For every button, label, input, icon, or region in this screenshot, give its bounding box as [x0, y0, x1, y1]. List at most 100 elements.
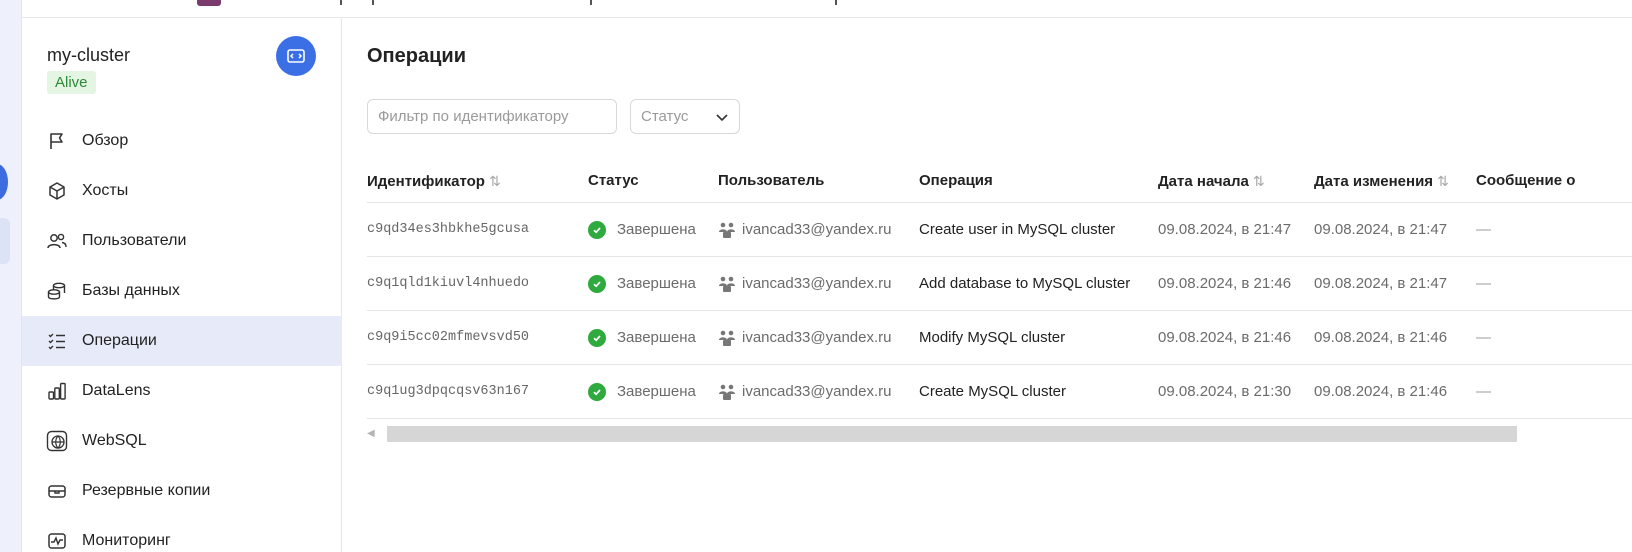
- connect-icon: [287, 49, 305, 63]
- sidebar-item-label: Хосты: [82, 182, 129, 199]
- column-header-status: Статус: [588, 172, 639, 189]
- operation-status: Завершена: [588, 257, 696, 310]
- operation-modified: 09.08.2024, в 21:47: [1314, 275, 1448, 292]
- tab-favicon: [197, 0, 221, 6]
- user-icon: [718, 329, 736, 347]
- rail-selected-item[interactable]: [0, 218, 10, 264]
- sidebar-item-websql[interactable]: WebSQL: [22, 416, 342, 466]
- operation-started: 09.08.2024, в 21:30: [1158, 383, 1292, 400]
- operation-modified: 09.08.2024, в 21:47: [1314, 221, 1448, 238]
- operation-modified: 09.08.2024, в 21:46: [1314, 329, 1448, 346]
- browser-top-strip: [0, 0, 1632, 18]
- operation-description: Create MySQL cluster: [919, 383, 1066, 400]
- table-row[interactable]: c9q9i5cc02mfmevsvd50 Завершена ivancad33…: [367, 311, 1632, 365]
- operation-message: —: [1476, 221, 1491, 238]
- operation-id[interactable]: c9qd34es3hbkhe5gcusa: [367, 203, 529, 256]
- operation-message: —: [1476, 329, 1491, 346]
- column-header-user: Пользователь: [718, 172, 825, 189]
- user-icon: [718, 275, 736, 293]
- scroll-left-icon[interactable]: ◀: [367, 428, 375, 439]
- toolbar-glyph: [340, 0, 348, 5]
- flag-icon: [46, 130, 68, 152]
- cube-icon: [46, 180, 68, 202]
- column-header-modified[interactable]: Дата изменения ⇅: [1314, 159, 1449, 203]
- operation-id[interactable]: c9q9i5cc02mfmevsvd50: [367, 311, 529, 364]
- column-header-id[interactable]: Идентификатор ⇅: [367, 159, 501, 203]
- sidebar-item-label: DataLens: [82, 382, 151, 399]
- rail-avatar[interactable]: [0, 164, 8, 200]
- sidebar-item-label: Резервные копии: [82, 482, 211, 499]
- operation-user: ivancad33@yandex.ru: [718, 365, 892, 418]
- operation-message: —: [1476, 275, 1491, 292]
- sidebar-item-databases[interactable]: Базы данных: [22, 266, 342, 316]
- service-rail: [0, 0, 22, 552]
- check-circle-icon: [588, 220, 606, 239]
- table-header: Идентификатор ⇅ Статус Пользователь Опера…: [367, 159, 1632, 203]
- status-select[interactable]: Статус: [630, 99, 740, 134]
- check-circle-icon: [588, 328, 606, 347]
- chevron-down-icon: [716, 113, 728, 121]
- user-icon: [718, 221, 736, 239]
- operation-description: Add database to MySQL cluster: [919, 275, 1131, 292]
- globe-icon: [46, 430, 68, 452]
- sidebar-item-users[interactable]: Пользователи: [22, 216, 342, 266]
- status-badge: Alive: [47, 71, 96, 94]
- monitoring-icon: [46, 530, 68, 552]
- operation-status: Завершена: [588, 311, 696, 364]
- databases-icon: [46, 280, 68, 302]
- cluster-connect-button[interactable]: [276, 36, 316, 76]
- table-row[interactable]: c9q1ug3dpqcqsv63n167 Завершена ivancad33…: [367, 365, 1632, 419]
- operation-description: Create user in MySQL cluster: [919, 221, 1116, 238]
- operation-user: ivancad33@yandex.ru: [718, 257, 892, 310]
- sidebar-item-datalens[interactable]: DataLens: [22, 366, 342, 416]
- sidebar-item-backups[interactable]: Резервные копии: [22, 466, 342, 516]
- user-icon: [718, 383, 736, 401]
- sidebar-item-hosts[interactable]: Хосты: [22, 166, 342, 216]
- users-icon: [46, 230, 68, 252]
- sort-icon[interactable]: ⇅: [1437, 173, 1449, 189]
- operation-message: —: [1476, 383, 1491, 400]
- sidebar: my-cluster Alive Обзор Хосты Пользовател…: [22, 18, 342, 552]
- operation-user: ivancad33@yandex.ru: [718, 311, 892, 364]
- check-circle-icon: [588, 382, 606, 401]
- page-title: Операции: [367, 45, 466, 67]
- sidebar-item-label: Операции: [82, 332, 157, 349]
- horizontal-scrollbar[interactable]: ◀: [367, 426, 1517, 444]
- operation-started: 09.08.2024, в 21:46: [1158, 275, 1292, 292]
- operation-id[interactable]: c9q1qld1kiuvl4nhuedo: [367, 257, 529, 310]
- column-header-started[interactable]: Дата начала ⇅: [1158, 159, 1265, 203]
- table-row[interactable]: c9qd34es3hbkhe5gcusa Завершена ivancad33…: [367, 203, 1632, 257]
- operation-started: 09.08.2024, в 21:46: [1158, 329, 1292, 346]
- operations-list-icon: [46, 330, 68, 352]
- operation-modified: 09.08.2024, в 21:46: [1314, 383, 1448, 400]
- operation-status: Завершена: [588, 203, 696, 256]
- table-row[interactable]: c9q1qld1kiuvl4nhuedo Завершена ivancad33…: [367, 257, 1632, 311]
- sidebar-item-label: Мониторинг: [82, 532, 171, 549]
- id-filter-input[interactable]: [367, 99, 617, 134]
- operations-table: Идентификатор ⇅ Статус Пользователь Опера…: [367, 159, 1632, 419]
- sort-icon[interactable]: ⇅: [1253, 173, 1265, 189]
- toolbar-glyph: [372, 0, 380, 5]
- bar-chart-icon: [46, 380, 68, 402]
- sidebar-item-label: Базы данных: [82, 282, 180, 299]
- operation-id[interactable]: c9q1ug3dpqcqsv63n167: [367, 365, 529, 418]
- sidebar-item-label: Обзор: [82, 132, 129, 149]
- sort-icon[interactable]: ⇅: [489, 173, 501, 189]
- column-header-message: Сообщение о: [1476, 172, 1576, 189]
- sidebar-item-label: Пользователи: [82, 232, 187, 249]
- bookmark-icon: [835, 0, 843, 5]
- operation-status: Завершена: [588, 365, 696, 418]
- sidebar-item-operations[interactable]: Операции: [22, 316, 342, 366]
- check-circle-icon: [588, 274, 606, 293]
- operation-user: ivancad33@yandex.ru: [718, 203, 892, 256]
- sidebar-item-overview[interactable]: Обзор: [22, 116, 342, 166]
- archive-icon: [46, 480, 68, 502]
- operation-started: 09.08.2024, в 21:47: [1158, 221, 1292, 238]
- column-header-operation: Операция: [919, 172, 993, 189]
- main-content: Операции Статус Идентификатор⇅ Статус По…: [343, 18, 1632, 552]
- operation-description: Modify MySQL cluster: [919, 329, 1066, 346]
- sidebar-item-monitoring[interactable]: Мониторинг: [22, 516, 342, 552]
- scrollbar-thumb[interactable]: [387, 426, 1517, 442]
- sidebar-nav: Обзор Хосты Пользователи Базы данных Опе…: [22, 116, 342, 552]
- status-select-value: Статус: [641, 108, 689, 125]
